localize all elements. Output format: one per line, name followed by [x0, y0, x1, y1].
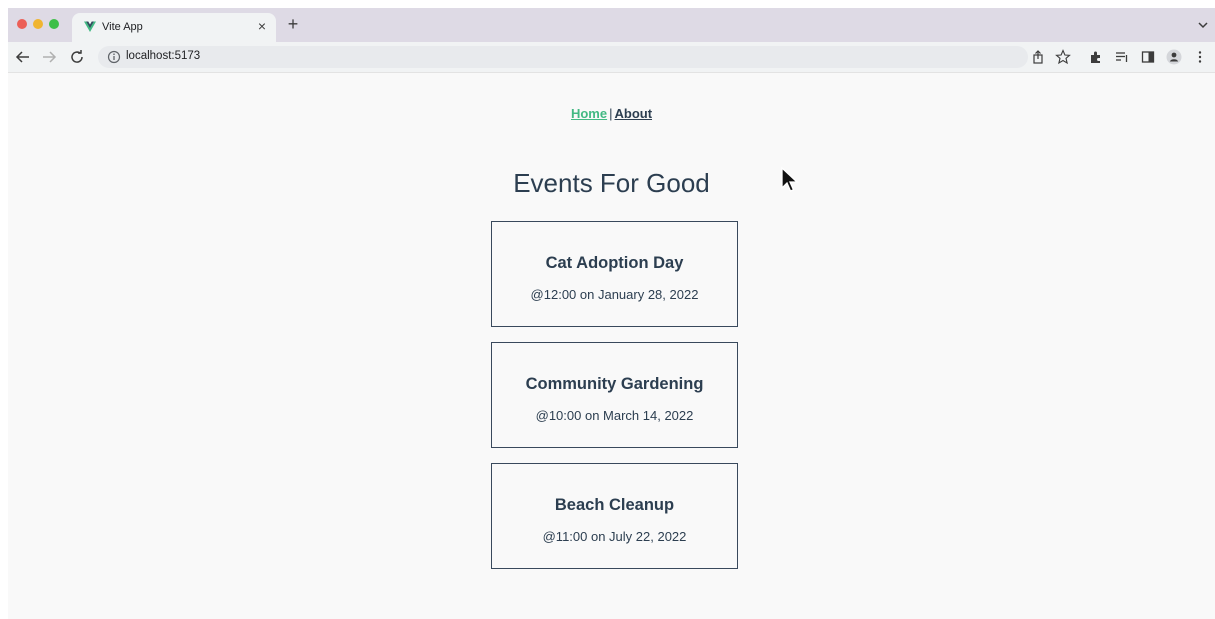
tab-strip: Vite App × +: [8, 8, 1215, 42]
event-card[interactable]: Cat Adoption Day @12:00 on January 28, 2…: [491, 221, 738, 327]
profile-icon[interactable]: [1166, 49, 1182, 65]
vue-favicon-icon: [84, 21, 96, 32]
nav-about-link[interactable]: About: [614, 106, 652, 121]
maximize-window-button[interactable]: [49, 19, 59, 29]
back-icon[interactable]: [14, 48, 32, 66]
tab-close-button[interactable]: ×: [254, 19, 270, 35]
event-card[interactable]: Beach Cleanup @11:00 on July 22, 2022: [491, 463, 738, 569]
reading-list-icon[interactable]: [1114, 49, 1130, 65]
event-date: @11:00 on July 22, 2022: [542, 529, 687, 544]
info-icon[interactable]: [107, 50, 121, 64]
url-input[interactable]: [126, 50, 1006, 62]
tab-search-icon[interactable]: [1195, 17, 1211, 33]
address-bar[interactable]: [98, 46, 1028, 68]
page-content: Home | About Events For Good Cat Adoption …: [8, 73, 1215, 619]
extensions-icon[interactable]: [1088, 49, 1104, 65]
main-nav: Home | About: [8, 106, 1215, 121]
side-panel-icon[interactable]: [1140, 49, 1156, 65]
forward-icon[interactable]: [40, 48, 58, 66]
browser-toolbar: [8, 42, 1215, 73]
tab-vite-app[interactable]: Vite App ×: [72, 13, 276, 42]
event-card[interactable]: Community Gardening @10:00 on March 14, …: [491, 342, 738, 448]
event-date: @10:00 on March 14, 2022: [535, 408, 694, 423]
event-title: Cat Adoption Day: [545, 254, 684, 272]
event-title: Beach Cleanup: [554, 496, 675, 514]
browser-window: Vite App × + localhost:5173 Home | About…: [8, 8, 1215, 619]
mouse-pointer-icon: [781, 166, 799, 192]
star-icon[interactable]: [1055, 49, 1071, 65]
event-title: Community Gardening: [525, 375, 704, 393]
close-window-button[interactable]: [17, 19, 27, 29]
new-tab-button[interactable]: +: [284, 15, 302, 34]
event-list: Cat Adoption Day @12:00 on January 28, 2…: [491, 221, 738, 584]
reload-icon[interactable]: [68, 48, 86, 66]
share-icon[interactable]: [1030, 49, 1046, 65]
nav-home-link[interactable]: Home: [571, 106, 607, 121]
page-title: Events For Good: [513, 168, 710, 198]
event-date: @12:00 on January 28, 2022: [530, 287, 699, 302]
minimize-window-button[interactable]: [33, 19, 43, 29]
tab-title: Vite App: [102, 21, 143, 33]
menu-icon[interactable]: [1192, 49, 1208, 65]
